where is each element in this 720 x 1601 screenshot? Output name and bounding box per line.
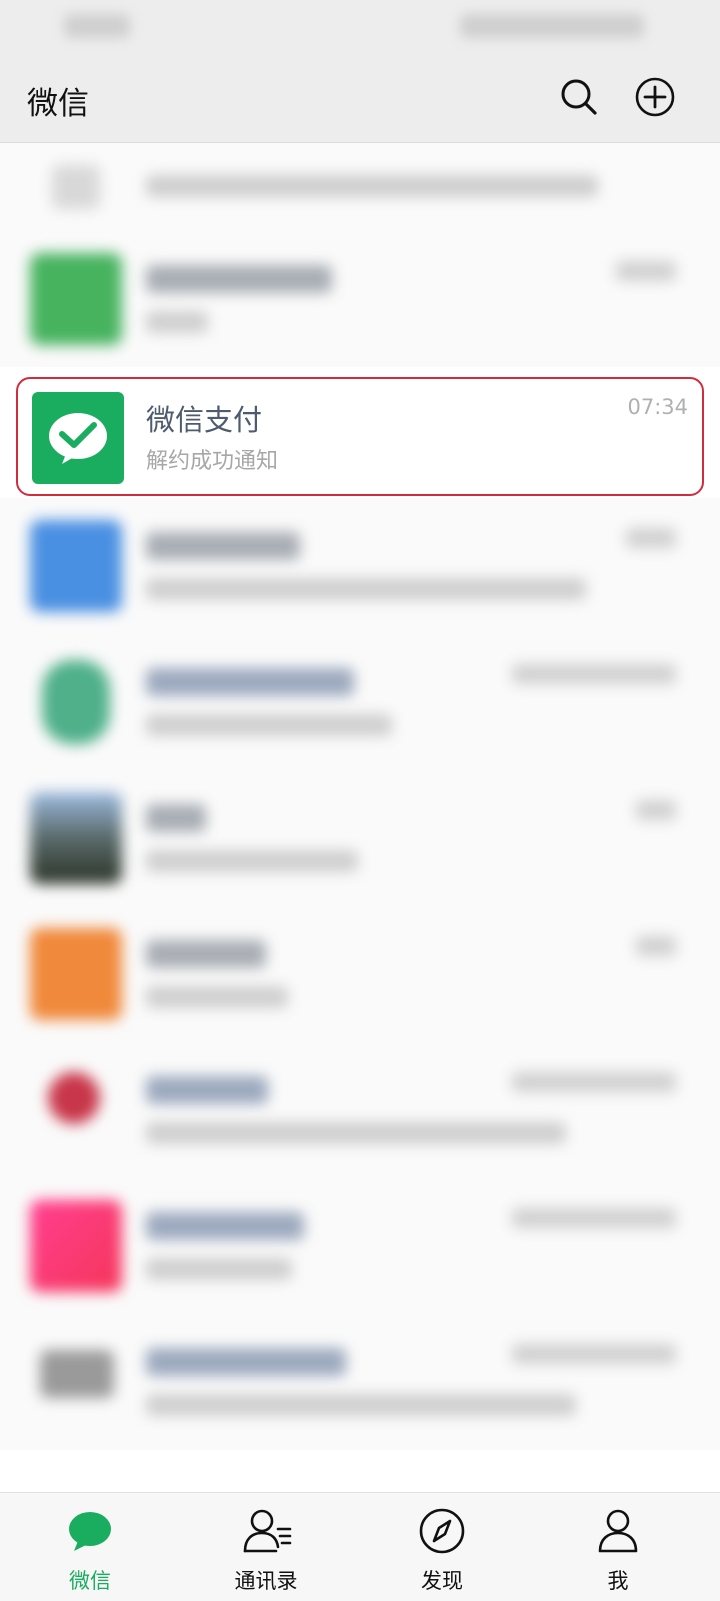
tab-me[interactable]: 我: [558, 1493, 678, 1601]
chat-time-blurred: [636, 936, 676, 956]
chat-row[interactable]: [0, 1042, 720, 1178]
tab-label: 微信: [69, 1569, 111, 1593]
chat-preview-blurred: [146, 714, 392, 736]
chat-preview-blurred: [146, 578, 586, 600]
chat-row[interactable]: [0, 1314, 720, 1450]
chat-preview-blurred: [146, 986, 288, 1008]
notice-row-blurred[interactable]: [0, 143, 720, 231]
chat-row[interactable]: [0, 770, 720, 906]
chat-time-blurred: [512, 1208, 676, 1228]
chat-name-blurred: [146, 804, 206, 832]
avatar: [48, 1072, 100, 1124]
chat-preview-blurred: [146, 1122, 566, 1144]
chat-preview-blurred: [146, 1394, 576, 1416]
plus-circle-icon[interactable]: [634, 76, 676, 118]
tab-discover[interactable]: 发现: [382, 1493, 502, 1601]
avatar: [30, 792, 122, 884]
chat-name: 微信支付: [146, 403, 263, 437]
contacts-icon: [243, 1509, 292, 1553]
notice-text-blurred: [146, 175, 598, 197]
compass-icon: [419, 1508, 465, 1554]
chat-name-blurred: [146, 532, 300, 560]
search-icon[interactable]: [558, 76, 600, 118]
tab-label: 发现: [421, 1569, 463, 1593]
chat-time-blurred: [512, 1344, 676, 1364]
chat-name-blurred: [146, 668, 354, 696]
page-title: 微信: [27, 86, 89, 122]
status-icons-blurred: [460, 14, 644, 38]
chat-name-blurred: [146, 265, 332, 293]
chat-bubble-icon: [69, 1512, 111, 1551]
chat-name-blurred: [146, 1076, 268, 1104]
avatar: [30, 253, 122, 345]
avatar: [30, 928, 122, 1020]
chat-time-blurred: [626, 528, 676, 548]
notice-icon: [52, 165, 100, 209]
wechat-pay-icon: [32, 392, 124, 484]
chat-name-blurred: [146, 940, 266, 968]
avatar: [42, 660, 110, 744]
tab-chats[interactable]: 微信: [30, 1493, 150, 1601]
tab-label: 通讯录: [234, 1569, 298, 1593]
chat-row[interactable]: [0, 906, 720, 1042]
chat-preview-blurred: [146, 850, 358, 872]
chat-time-blurred: [512, 1072, 676, 1092]
chat-preview-blurred: [146, 1258, 292, 1280]
avatar: [30, 1200, 122, 1292]
chat-time-blurred: [636, 800, 676, 820]
chat-time-blurred: [512, 664, 676, 684]
chat-time-blurred: [616, 261, 676, 281]
avatar: [40, 1350, 114, 1398]
tab-label: 我: [607, 1569, 629, 1593]
bottom-tab-bar: 微信 通讯录 发现 我: [0, 1492, 720, 1601]
chat-preview-blurred: [146, 311, 208, 333]
chat-row[interactable]: [0, 498, 720, 634]
chat-row[interactable]: [0, 231, 720, 367]
chat-last-message: 解约成功通知: [146, 449, 279, 474]
chat-row[interactable]: [0, 1178, 720, 1314]
avatar: [30, 520, 122, 612]
tab-contacts[interactable]: 通讯录: [206, 1493, 326, 1601]
app-header: 微信: [0, 52, 720, 143]
status-bar: [0, 0, 720, 52]
status-time-blurred: [64, 14, 130, 38]
chat-row-wechat-pay[interactable]: 微信支付 解约成功通知 07:34: [16, 377, 704, 496]
chat-time: 07:34: [627, 395, 688, 419]
chat-name-blurred: [146, 1212, 304, 1240]
person-icon: [598, 1509, 638, 1553]
chat-row[interactable]: [0, 634, 720, 770]
chat-name-blurred: [146, 1348, 346, 1376]
